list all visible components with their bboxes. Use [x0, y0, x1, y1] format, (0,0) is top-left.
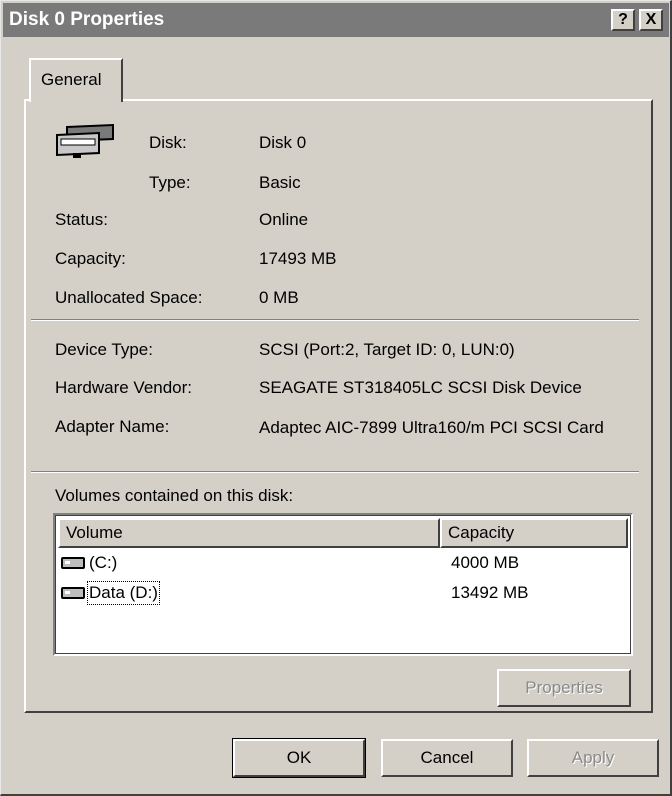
separator	[31, 471, 639, 473]
adapter-name-value: Adaptec AIC-7899 Ultra160/m PCI SCSI Car…	[259, 418, 604, 437]
dialog-window: Disk 0 Properties ? X General Disk: Disk…	[0, 0, 672, 796]
type-value: Basic	[259, 173, 301, 192]
column-header-volume[interactable]: Volume	[58, 518, 440, 548]
properties-button[interactable]: Properties	[497, 669, 631, 707]
cancel-button[interactable]: Cancel	[381, 739, 513, 777]
type-label: Type:	[149, 173, 191, 192]
hardware-vendor-value: SEAGATE ST318405LC SCSI Disk Device	[259, 378, 582, 397]
device-type-label: Device Type:	[55, 340, 153, 359]
unallocated-label: Unallocated Space:	[55, 288, 203, 307]
volume-name: (C:)	[89, 553, 118, 572]
tab-general[interactable]: General	[29, 58, 123, 102]
separator	[31, 319, 639, 321]
disk-value: Disk 0	[259, 133, 307, 152]
unallocated-value: 0 MB	[259, 288, 299, 307]
tab-general-label: General	[41, 70, 102, 89]
list-item[interactable]: Data (D:) 13492 MB	[61, 581, 621, 607]
close-button[interactable]: X	[639, 9, 663, 31]
volume-capacity: 13492 MB	[451, 583, 529, 602]
window-title: Disk 0 Properties	[9, 9, 165, 30]
volume-capacity: 4000 MB	[451, 553, 520, 572]
status-value: Online	[259, 210, 309, 229]
volumes-list[interactable]: Volume Capacity (C:) 4000 MB Data (D:) 1…	[53, 513, 633, 656]
device-type-value: SCSI (Port:2, Target ID: 0, LUN:0)	[259, 340, 515, 359]
ok-button[interactable]: OK	[232, 738, 366, 778]
drive-icon	[61, 557, 85, 569]
capacity-value: 17493 MB	[259, 249, 337, 268]
volume-name: Data (D:)	[87, 581, 160, 605]
volumes-label: Volumes contained on this disk:	[55, 486, 294, 505]
adapter-name-label: Adapter Name:	[55, 417, 170, 436]
status-label: Status:	[55, 210, 108, 229]
disk-label: Disk:	[149, 133, 187, 152]
help-button[interactable]: ?	[611, 9, 635, 31]
apply-button[interactable]: Apply	[527, 739, 659, 777]
disk-drive-icon	[56, 123, 114, 158]
hardware-vendor-label: Hardware Vendor:	[55, 378, 193, 397]
list-item[interactable]: (C:) 4000 MB	[61, 551, 621, 577]
drive-icon	[61, 587, 85, 599]
title-bar[interactable]: Disk 0 Properties ? X	[3, 3, 669, 37]
capacity-label: Capacity:	[55, 249, 126, 268]
column-header-capacity[interactable]: Capacity	[440, 518, 628, 548]
